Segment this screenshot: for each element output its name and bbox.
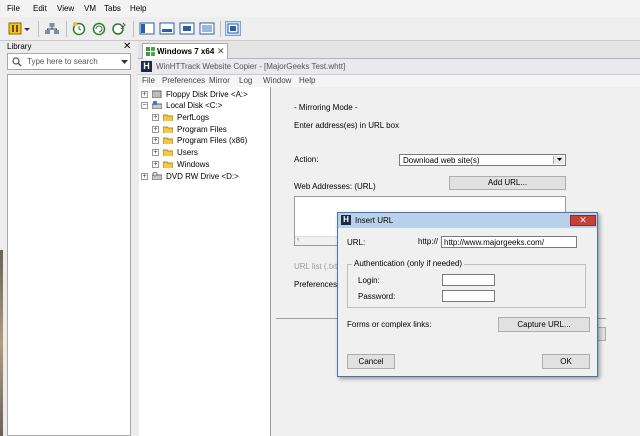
fullscreen-icon[interactable] [199, 21, 215, 36]
close-icon[interactable]: ✕ [570, 215, 596, 226]
password-input[interactable] [442, 290, 495, 302]
folder-icon [163, 149, 173, 156]
tree-label: Floppy Disk Drive <A:> [166, 90, 248, 99]
desktop-edge [0, 250, 3, 436]
app-menu-log[interactable]: Log [239, 76, 252, 85]
folder-icon [163, 126, 173, 133]
tree-label: Program Files (x86) [177, 136, 248, 145]
httrack-logo-icon: H [141, 61, 152, 72]
host-toolbar [0, 17, 640, 41]
httrack-logo-icon: H [341, 215, 351, 225]
action-select[interactable]: Download web site(s) [399, 154, 566, 166]
tree-label: Windows [177, 160, 210, 169]
web-addresses-label: Web Addresses: (URL) [294, 182, 376, 191]
app-menu-window[interactable]: Window [263, 76, 291, 85]
pause-icon[interactable] [7, 21, 23, 36]
expand-icon[interactable]: + [152, 126, 159, 133]
dropdown-icon[interactable] [22, 21, 32, 36]
menu-file[interactable]: File [7, 4, 20, 13]
menu-help[interactable]: Help [130, 4, 146, 13]
app-menu-mirror[interactable]: Mirror [209, 76, 230, 85]
app-menubar: File Preferences Mirror Log Window Help [138, 75, 640, 87]
tree-label: PerfLogs [177, 113, 210, 122]
action-label: Action: [294, 155, 319, 164]
thumbnail-view-icon[interactable] [179, 21, 195, 36]
dialog-title: Insert URL [355, 216, 394, 225]
library-tree[interactable] [7, 74, 131, 436]
directory-tree: + Floppy Disk Drive <A:> − Local Disk <C… [139, 87, 271, 436]
library-view-icon[interactable] [139, 21, 155, 36]
console-view-icon[interactable] [159, 21, 175, 36]
tree-label: Local Disk <C:> [166, 101, 223, 110]
dvd-drive-icon [152, 172, 162, 180]
menu-vm[interactable]: VM [84, 4, 96, 13]
tab-windows-7[interactable]: Windows 7 x64 ✕ [142, 43, 228, 59]
password-label: Password: [358, 292, 396, 301]
forms-label: Forms or complex links: [347, 320, 432, 329]
search-placeholder: Type here to search [27, 57, 98, 66]
expand-icon[interactable]: + [141, 91, 148, 98]
expand-icon[interactable]: + [152, 161, 159, 168]
login-input[interactable] [442, 274, 495, 286]
app-menu-file[interactable]: File [142, 76, 155, 85]
tree-label: Users [177, 148, 198, 157]
instruction-text: Enter address(es) in URL box [294, 121, 400, 130]
add-url-button[interactable]: Add URL... [449, 176, 566, 190]
menu-edit[interactable]: Edit [33, 4, 47, 13]
app-title: WinHTTrack Website Copier - [MajorGeeks … [156, 62, 346, 71]
snapshot-revert-icon[interactable] [91, 21, 107, 36]
login-label: Login: [358, 276, 380, 285]
auth-group-label: Authentication (only if needed) [352, 259, 465, 268]
chevron-down-icon[interactable] [553, 156, 564, 164]
cancel-button[interactable]: Cancel [347, 354, 395, 369]
vm-tab-label: Windows 7 x64 [157, 47, 215, 56]
host-menubar: File Edit View VM Tabs Help [0, 0, 640, 17]
chevron-down-icon[interactable] [121, 60, 128, 65]
insert-url-dialog: H Insert URL ✕ URL: http:// http://www.m… [337, 212, 598, 377]
expand-icon[interactable]: + [141, 173, 148, 180]
dialog-titlebar: H Insert URL ✕ [338, 213, 597, 228]
vm-icon [146, 47, 155, 56]
search-icon [12, 57, 22, 67]
app-menu-help[interactable]: Help [299, 76, 315, 85]
ok-button[interactable]: OK [542, 354, 590, 369]
capture-url-button[interactable]: Capture URL... [498, 317, 590, 332]
collapse-icon[interactable]: − [141, 102, 148, 109]
url-prefix: http:// [418, 237, 439, 246]
url-input[interactable]: http://www.majorgeeks.com/ [441, 236, 577, 248]
expand-icon[interactable]: + [152, 114, 159, 121]
action-select-value: Download web site(s) [403, 156, 480, 165]
snapshot-manager-icon[interactable] [111, 21, 127, 36]
snapshot-take-icon[interactable] [71, 21, 87, 36]
folder-icon [163, 137, 173, 144]
library-title: Library [7, 42, 32, 51]
hard-drive-icon [152, 101, 162, 109]
url-list-label: URL list (.txt): [294, 262, 343, 271]
library-close-icon[interactable]: ✕ [123, 41, 131, 52]
expand-icon[interactable]: + [152, 137, 159, 144]
network-icon[interactable] [44, 21, 60, 36]
app-titlebar: H WinHTTrack Website Copier - [MajorGeek… [138, 59, 640, 75]
unity-icon[interactable] [225, 21, 241, 36]
expand-icon[interactable]: + [152, 149, 159, 156]
folder-icon [163, 114, 173, 121]
floppy-icon [152, 90, 162, 98]
folder-icon [163, 161, 173, 168]
menu-view[interactable]: View [57, 4, 74, 13]
tab-close-icon[interactable]: ✕ [217, 46, 225, 57]
library-panel: Library ✕ Type here to search [0, 41, 138, 436]
library-search-box[interactable]: Type here to search [7, 53, 131, 70]
url-label: URL: [347, 238, 366, 247]
url-input-value: http://www.majorgeeks.com/ [444, 238, 545, 247]
menu-tabs[interactable]: Tabs [104, 4, 121, 13]
tree-label: DVD RW Drive <D:> [166, 172, 239, 181]
scroll-left-icon[interactable]: ‹ [297, 236, 299, 243]
tree-label: Program Files [177, 125, 227, 134]
app-menu-preferences[interactable]: Preferences [162, 76, 205, 85]
mirror-mode-label: - Mirroring Mode - [294, 103, 358, 112]
